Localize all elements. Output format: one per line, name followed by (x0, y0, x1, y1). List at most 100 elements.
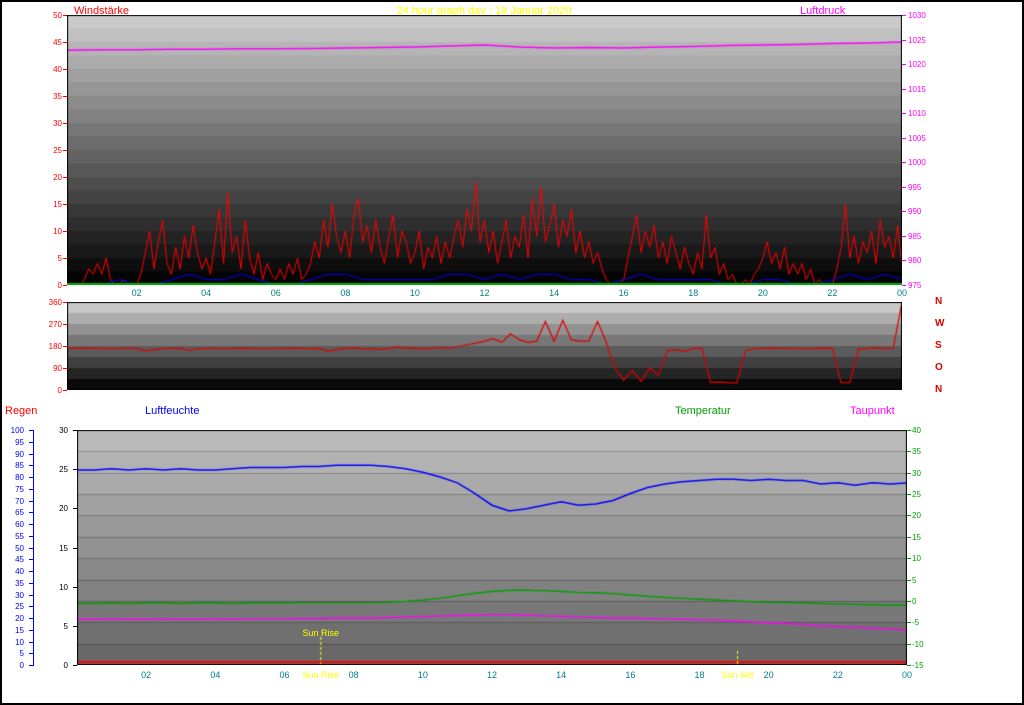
hour-tick-top: 22 (820, 289, 844, 298)
humidity-axis-tick: 35 (2, 579, 24, 588)
tick-mark (907, 451, 911, 452)
humidity-axis-tick: 15 (2, 626, 24, 635)
direction-letter: W (935, 319, 947, 328)
dewpoint-label: Taupunkt (850, 405, 895, 417)
sun-label: Sun Set (716, 671, 760, 680)
tick-mark (33, 430, 34, 666)
hour-tick-top: 10 (403, 289, 427, 298)
hour-tick-top: 16 (612, 289, 636, 298)
hour-tick-bottom: 02 (134, 671, 158, 680)
tick-mark (29, 430, 33, 431)
hour-tick-top: 06 (264, 289, 288, 298)
tick-mark (63, 390, 67, 391)
tick-mark (29, 548, 33, 549)
wind-axis-tick: 15 (38, 200, 62, 209)
hour-tick-bottom: 12 (480, 671, 504, 680)
wind-axis-tick: 0 (38, 281, 62, 290)
humidity-axis-tick: 70 (2, 497, 24, 506)
wind-axis-tick: 20 (38, 173, 62, 182)
humidity-axis-tick: 75 (2, 485, 24, 494)
rain-axis-tick: 5 (42, 622, 68, 631)
pressure-axis-tick: 1025 (908, 36, 938, 45)
tick-mark (29, 606, 33, 607)
temperature-axis-tick: -15 (912, 661, 936, 670)
tick-mark (902, 285, 906, 286)
tick-mark (29, 630, 33, 631)
tick-mark (29, 642, 33, 643)
direction-letter: N (935, 385, 947, 394)
pressure-axis-tick: 1020 (908, 60, 938, 69)
tick-mark (907, 601, 911, 602)
pressure-axis-tick: 1000 (908, 158, 938, 167)
direction-axis-tick: 360 (38, 298, 62, 307)
humidity-axis-tick: 60 (2, 520, 24, 529)
wind-axis-tick: 5 (38, 254, 62, 263)
humidity-axis-tick: 0 (2, 661, 24, 670)
direction-letter: O (935, 363, 947, 372)
pressure-axis-tick: 1005 (908, 134, 938, 143)
tick-mark (902, 211, 906, 212)
humidity-axis-tick: 50 (2, 544, 24, 553)
tick-mark (902, 260, 906, 261)
rain-axis-tick: 20 (42, 504, 68, 513)
tick-mark (902, 40, 906, 41)
pressure-axis-tick: 1030 (908, 11, 938, 20)
tick-mark (902, 236, 906, 237)
hour-tick-bottom: 00 (895, 671, 919, 680)
pressure-axis-tick: 990 (908, 207, 938, 216)
humidity-axis-tick: 40 (2, 567, 24, 576)
tick-mark (29, 512, 33, 513)
tick-mark (29, 536, 33, 537)
pressure-axis-tick: 980 (908, 256, 938, 265)
humidity-axis-tick: 90 (2, 450, 24, 459)
temperature-axis-tick: 5 (912, 576, 936, 585)
humidity-axis-tick: 20 (2, 614, 24, 623)
temperature-axis-tick: -5 (912, 618, 936, 627)
tick-mark (29, 524, 33, 525)
tick-mark (907, 473, 911, 474)
humidity-axis-tick: 85 (2, 461, 24, 470)
hour-tick-bottom: 08 (342, 671, 366, 680)
hour-tick-top: 12 (473, 289, 497, 298)
tick-mark (29, 559, 33, 560)
tick-mark (907, 430, 911, 431)
tick-mark (29, 653, 33, 654)
direction-axis-tick: 90 (38, 364, 62, 373)
hour-tick-top: 02 (125, 289, 149, 298)
tick-mark (902, 138, 906, 139)
direction-axis-tick: 180 (38, 342, 62, 351)
tick-mark (902, 113, 906, 114)
hour-tick-bottom: 22 (826, 671, 850, 680)
tick-mark (902, 15, 906, 16)
direction-axis-tick: 0 (38, 386, 62, 395)
rain-axis-tick: 0 (42, 661, 68, 670)
pressure-axis-tick: 995 (908, 183, 938, 192)
tick-mark (907, 537, 911, 538)
tick-mark (907, 580, 911, 581)
tick-mark (29, 454, 33, 455)
humidity-label: Luftfeuchte (145, 405, 199, 417)
hour-tick-bottom: 16 (618, 671, 642, 680)
direction-letter: N (935, 297, 947, 306)
direction-letter: S (935, 341, 947, 350)
temperature-axis-tick: -10 (912, 640, 936, 649)
hour-tick-bottom: 14 (549, 671, 573, 680)
hour-tick-bottom: 18 (688, 671, 712, 680)
tick-mark (29, 489, 33, 490)
humidity-axis-tick: 10 (2, 638, 24, 647)
humidity-axis-tick: 80 (2, 473, 24, 482)
tick-mark (902, 89, 906, 90)
hour-tick-bottom: 10 (411, 671, 435, 680)
rain-axis-tick: 15 (42, 544, 68, 553)
rain-label: Regen (5, 405, 37, 417)
hour-tick-top: 20 (751, 289, 775, 298)
tick-mark (907, 644, 911, 645)
tick-mark (907, 515, 911, 516)
hour-tick-bottom: 20 (757, 671, 781, 680)
temperature-axis-tick: 40 (912, 426, 936, 435)
humidity-axis-tick: 5 (2, 649, 24, 658)
tick-mark (907, 494, 911, 495)
wind-direction-chart-canvas (67, 302, 902, 390)
tick-mark (29, 583, 33, 584)
rain-axis-tick: 25 (42, 465, 68, 474)
